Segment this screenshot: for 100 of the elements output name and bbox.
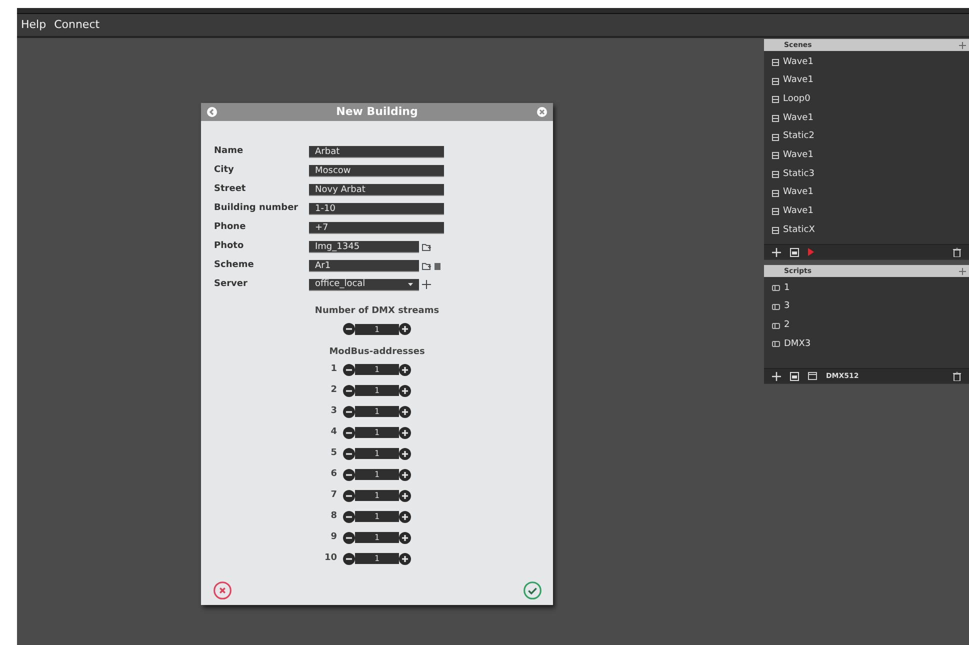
input-field[interactable]: +7 (309, 222, 444, 234)
caret-icon (408, 282, 413, 286)
field-label: Scheme (214, 258, 255, 272)
row-number: 1 (330, 362, 338, 376)
minus-button[interactable] (343, 448, 355, 460)
script-icon (772, 285, 780, 292)
plus-button[interactable] (399, 448, 411, 460)
number-field[interactable]: 1 (355, 427, 399, 438)
row-number: 10 (323, 552, 338, 565)
delete-button[interactable] (953, 372, 961, 380)
field-label: Phone (214, 220, 247, 234)
scene-icon (772, 134, 779, 141)
input-field[interactable]: Novy Arbat (309, 184, 444, 196)
browse-button[interactable] (422, 242, 431, 250)
minus-button[interactable] (343, 384, 355, 396)
plus-button[interactable] (399, 510, 411, 522)
number-field[interactable]: 1 (355, 406, 399, 417)
delete-button[interactable] (953, 248, 961, 256)
plus-button[interactable] (399, 532, 411, 544)
list-item[interactable]: DMX3 (764, 335, 969, 354)
minus-button[interactable] (343, 426, 355, 438)
minus-button[interactable] (343, 552, 355, 564)
scene-icon (772, 190, 779, 197)
input-field[interactable]: Arbat (309, 146, 444, 158)
list-item[interactable]: Wave1 (764, 184, 969, 202)
row-number: 4 (330, 426, 338, 439)
list-item[interactable]: Wave1 (764, 202, 969, 222)
menu-item[interactable]: Help (21, 16, 46, 34)
menu-item[interactable]: Connect (54, 16, 100, 34)
server-dropdown[interactable]: office_local (309, 278, 419, 290)
play-button[interactable] (808, 248, 814, 256)
number-field[interactable]: 1 (355, 553, 399, 564)
browse-button[interactable] (422, 262, 431, 270)
folder-button[interactable] (808, 372, 817, 380)
field-label: Photo (214, 240, 245, 253)
list-item[interactable]: Wave1 (764, 146, 969, 166)
minus-button[interactable] (343, 406, 355, 418)
list-item[interactable]: 3 (764, 298, 969, 316)
row-number: 9 (330, 530, 338, 544)
plus-button[interactable] (399, 384, 411, 396)
move-icon[interactable] (959, 268, 966, 274)
minus-button[interactable] (343, 364, 355, 376)
back-button[interactable] (207, 107, 217, 117)
plus-button[interactable] (399, 490, 411, 502)
list-item[interactable]: Wave1 (764, 109, 969, 128)
minus-button[interactable] (343, 490, 355, 502)
save-button[interactable] (790, 248, 799, 256)
list-item[interactable]: 2 (764, 316, 969, 336)
number-field[interactable]: 1 (355, 469, 399, 480)
list-item[interactable]: 1 (764, 279, 969, 298)
plus-button[interactable] (399, 468, 411, 480)
field-label: Server (214, 278, 248, 291)
field-label: Building number (214, 202, 300, 215)
number-field[interactable]: 1 (355, 364, 399, 375)
input-field[interactable]: Moscow (309, 164, 444, 176)
move-icon[interactable] (959, 42, 966, 48)
plus-button[interactable] (399, 364, 411, 376)
minus-button[interactable] (343, 468, 355, 480)
list-item[interactable]: StaticX (764, 221, 969, 240)
modbus-label: ModBus-addresses (328, 346, 426, 358)
number-field[interactable]: 1 (355, 490, 399, 501)
input-field[interactable]: Ar1 (309, 260, 419, 272)
row-number: 6 (330, 468, 338, 481)
script-icon (772, 341, 780, 348)
list-item[interactable]: Loop0 (764, 90, 969, 110)
input-field[interactable]: 1-10 (309, 202, 444, 214)
number-field[interactable]: 1 (355, 385, 399, 396)
delete-button[interactable] (434, 262, 441, 270)
scene-icon (772, 58, 779, 66)
script-icon (772, 304, 780, 310)
row-number: 5 (330, 446, 338, 460)
scene-icon (772, 227, 779, 234)
minus-button[interactable] (343, 532, 355, 544)
list-item[interactable]: Wave1 (764, 53, 969, 72)
dialog-title: New Building (336, 104, 418, 120)
minus-button[interactable] (343, 510, 355, 522)
row-number: 3 (330, 404, 338, 418)
number-field[interactable]: 1 (355, 532, 399, 543)
list-item[interactable]: Static2 (764, 128, 969, 146)
dmx-streams-label: Number of DMX streams (314, 305, 440, 318)
script-icon (772, 322, 780, 329)
plus-button[interactable] (399, 552, 411, 564)
plus-button[interactable] (399, 323, 411, 335)
scene-icon (772, 208, 779, 216)
input-field[interactable]: Img_1345 (309, 240, 419, 252)
plus-button[interactable] (399, 406, 411, 418)
number-field[interactable]: 1 (355, 448, 399, 459)
number-field[interactable]: 1 (355, 511, 399, 522)
scene-icon (772, 170, 779, 178)
minus-button[interactable] (343, 323, 355, 335)
list-item[interactable]: Wave1 (764, 72, 969, 90)
number-field[interactable]: 1 (355, 324, 399, 334)
plus-button[interactable] (399, 426, 411, 438)
scene-icon (772, 78, 779, 85)
list-item[interactable]: Static3 (764, 165, 969, 184)
close-button[interactable] (536, 107, 547, 117)
save-button[interactable] (790, 372, 799, 380)
cancel-button[interactable] (213, 581, 232, 600)
add-button[interactable] (422, 280, 431, 289)
confirm-button[interactable] (523, 581, 542, 600)
